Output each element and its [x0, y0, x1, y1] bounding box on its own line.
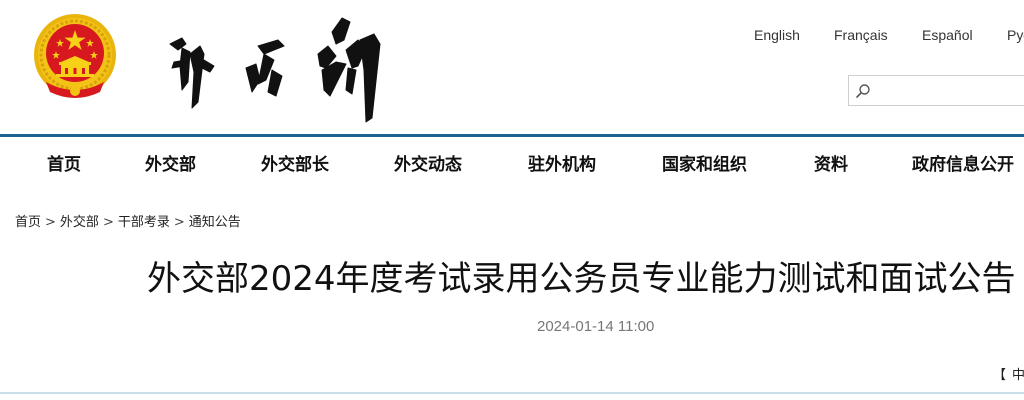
nav-item-news[interactable]: 外交动态	[394, 150, 462, 175]
nav-item-missions[interactable]: 驻外机构	[528, 150, 596, 175]
national-emblem-icon[interactable]	[32, 12, 118, 102]
breadcrumb-notices[interactable]: 通知公告	[189, 215, 241, 230]
search-input[interactable]	[873, 76, 1024, 105]
language-link-russian[interactable]: Русский	[1007, 27, 1024, 43]
breadcrumb-home[interactable]: 首页	[15, 215, 41, 230]
breadcrumb-recruitment[interactable]: 干部考录	[118, 215, 170, 230]
article-date: 2024-01-14 11:00	[537, 318, 655, 335]
content-divider	[0, 392, 1024, 394]
nav-item-home[interactable]: 首页	[47, 150, 81, 175]
font-size-medium-option[interactable]: 中	[1012, 368, 1024, 383]
font-size-control: 【中	[993, 364, 1024, 383]
breadcrumb: 首页 > 外交部 > 干部考录 > 通知公告	[15, 211, 241, 230]
breadcrumb-separator: >	[173, 215, 185, 230]
language-link-spanish[interactable]: Español	[922, 27, 973, 43]
language-links: English Français Español Русский	[0, 27, 1024, 47]
breadcrumb-ministry[interactable]: 外交部	[60, 215, 99, 230]
main-nav: 首页 外交部 外交部长 外交动态 驻外机构 国家和组织 资料 政府信息公开	[0, 137, 1024, 183]
font-size-bracket: 【	[993, 368, 1007, 383]
nav-item-gov-info[interactable]: 政府信息公开	[912, 150, 1014, 175]
article-title: 外交部2024年度考试录用公务员专业能力测试和面试公告	[147, 259, 1016, 299]
language-link-french[interactable]: Français	[834, 27, 888, 43]
breadcrumb-separator: >	[45, 215, 56, 230]
nav-item-resources[interactable]: 资料	[814, 150, 848, 175]
page: English Français Español Русский 首页 外交部 …	[0, 0, 1024, 400]
nav-item-ministry[interactable]: 外交部	[145, 150, 196, 175]
site-header: English Français Español Русский	[0, 0, 1024, 137]
search-box	[848, 75, 1024, 106]
breadcrumb-separator: >	[102, 215, 114, 230]
search-icon[interactable]	[855, 83, 871, 99]
nav-item-countries[interactable]: 国家和组织	[662, 150, 747, 175]
nav-item-minister[interactable]: 外交部长	[261, 150, 329, 175]
language-link-english[interactable]: English	[754, 27, 800, 43]
